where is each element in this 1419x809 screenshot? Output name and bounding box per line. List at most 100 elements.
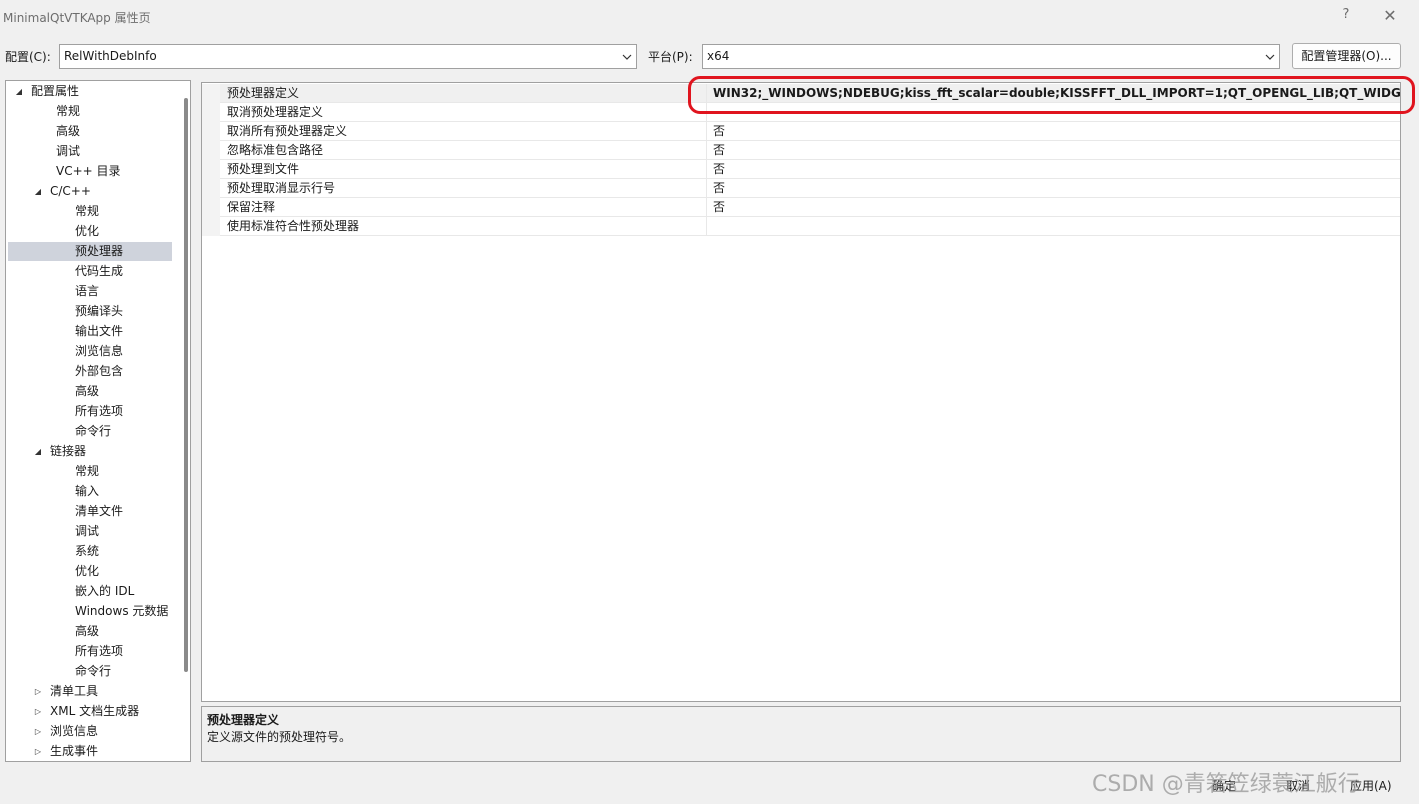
property-value[interactable]: WIN32;_WINDOWS;NDEBUG;kiss_fft_scalar=do… <box>713 84 1400 103</box>
tree-item-label: 调试 <box>56 144 81 158</box>
property-name: 取消所有预处理器定义 <box>227 122 707 141</box>
property-tree: ◢ 配置属性 常规 高级 调试 VC++ 目录 ◢ C/C++ 常规 优化 预处理器 代码生成 语言 预编… <box>5 80 191 762</box>
property-name: 保留注释 <box>227 198 707 217</box>
property-value[interactable] <box>713 103 1400 122</box>
tree-item-label: 调试 <box>75 524 100 538</box>
row-gutter <box>202 198 220 217</box>
tree-item[interactable]: 命令行 <box>6 422 176 441</box>
tree-item-label: 输入 <box>75 484 100 498</box>
tree-item[interactable]: 高级 <box>6 122 176 141</box>
tree-item-label: 命令行 <box>75 424 112 438</box>
description-panel: 预处理器定义 定义源文件的预处理符号。 <box>201 706 1401 762</box>
expand-icon[interactable]: ▷ <box>33 687 43 697</box>
property-value[interactable]: 否 <box>713 122 1400 141</box>
close-icon[interactable]: ✕ <box>1380 5 1400 27</box>
property-value[interactable]: 否 <box>713 141 1400 160</box>
chevron-down-icon <box>622 54 632 60</box>
row-gutter <box>202 217 220 236</box>
expand-icon[interactable]: ▷ <box>33 727 43 737</box>
description-text: 定义源文件的预处理符号。 <box>207 730 352 744</box>
tree-item[interactable]: 优化 <box>6 562 176 581</box>
tree-item[interactable]: 常规 <box>6 202 176 221</box>
property-row[interactable]: 预处理器定义 WIN32;_WINDOWS;NDEBUG;kiss_fft_sca… <box>202 84 1400 103</box>
tree-item-label: 代码生成 <box>75 264 124 278</box>
tree-item-label: 清单文件 <box>75 504 124 518</box>
tree-item[interactable]: ◢ C/C++ <box>6 182 176 201</box>
platform-combo-value: x64 <box>707 49 730 63</box>
tree-item[interactable]: ◢ 配置属性 <box>6 82 176 101</box>
tree-item[interactable]: 输出文件 <box>6 322 176 341</box>
tree-item[interactable]: 所有选项 <box>6 642 176 661</box>
property-value[interactable]: 否 <box>713 160 1400 179</box>
tree-item-label: 链接器 <box>50 444 87 458</box>
property-grid: 预处理器定义 WIN32;_WINDOWS;NDEBUG;kiss_fft_sca… <box>201 82 1401 702</box>
property-row[interactable]: 取消所有预处理器定义否 <box>202 122 1400 141</box>
row-gutter <box>202 179 220 198</box>
property-name: 预处理器定义 <box>227 84 707 103</box>
chevron-down-icon <box>1265 54 1275 60</box>
tree-item-label: 浏览信息 <box>75 344 124 358</box>
tree-item[interactable]: 高级 <box>6 622 176 641</box>
tree-item-label: 常规 <box>56 104 81 118</box>
description-title: 预处理器定义 <box>207 713 280 727</box>
property-row[interactable]: 取消预处理器定义 <box>202 103 1400 122</box>
property-value[interactable]: 否 <box>713 198 1400 217</box>
help-icon[interactable]: ? <box>1338 7 1354 25</box>
tree-item[interactable]: 系统 <box>6 542 176 561</box>
tree-item[interactable]: ◢ 链接器 <box>6 442 176 461</box>
collapse-icon[interactable]: ◢ <box>14 87 24 97</box>
tree-item[interactable]: 调试 <box>6 522 176 541</box>
row-gutter <box>202 160 220 179</box>
tree-item[interactable]: 所有选项 <box>6 402 176 421</box>
tree-item-label: 高级 <box>56 124 81 138</box>
tree-item[interactable]: ▷ 浏览信息 <box>6 722 176 741</box>
tree-item-label: 优化 <box>75 564 100 578</box>
property-row[interactable]: 忽略标准包含路径否 <box>202 141 1400 160</box>
tree-item-label: 清单工具 <box>50 684 99 698</box>
tree-item[interactable]: ▷ XML 文档生成器 <box>6 702 176 721</box>
tree-scrollbar[interactable] <box>184 98 188 672</box>
config-combo[interactable]: RelWithDebInfo <box>59 44 637 69</box>
tree-item[interactable]: 命令行 <box>6 662 176 681</box>
tree-item-label: VC++ 目录 <box>56 164 121 178</box>
tree-item-label: 所有选项 <box>75 404 124 418</box>
tree-item[interactable]: 预处理器 <box>8 242 172 261</box>
tree-item[interactable]: 嵌入的 IDL <box>6 582 176 601</box>
platform-combo[interactable]: x64 <box>702 44 1280 69</box>
property-pages-window: MinimalQtVTKApp 属性页 ? ✕ 配置(C): RelWithDe… <box>0 0 1419 809</box>
tree-item[interactable]: VC++ 目录 <box>6 162 176 181</box>
tree-item[interactable]: 输入 <box>6 482 176 501</box>
tree-item-label: 语言 <box>75 284 100 298</box>
tree-item[interactable]: 浏览信息 <box>6 342 176 361</box>
property-row[interactable]: 保留注释否 <box>202 198 1400 217</box>
tree-item[interactable]: 语言 <box>6 282 176 301</box>
config-manager-button[interactable]: 配置管理器(O)... <box>1292 43 1401 69</box>
collapse-icon[interactable]: ◢ <box>33 447 43 457</box>
collapse-icon[interactable]: ◢ <box>33 187 43 197</box>
property-name: 使用标准符合性预处理器 <box>227 217 707 236</box>
tree-item[interactable]: 常规 <box>6 462 176 481</box>
tree-item[interactable]: 代码生成 <box>6 262 176 281</box>
property-row[interactable]: 使用标准符合性预处理器 <box>202 217 1400 236</box>
tree-item[interactable]: 高级 <box>6 382 176 401</box>
tree-item[interactable]: 清单文件 <box>6 502 176 521</box>
tree-item[interactable]: Windows 元数据 <box>6 602 176 621</box>
tree-item-label: 嵌入的 IDL <box>75 584 135 598</box>
property-value[interactable] <box>713 217 1400 236</box>
tree-item[interactable]: 预编译头 <box>6 302 176 321</box>
tree-item[interactable]: 常规 <box>6 102 176 121</box>
config-label: 配置(C): <box>5 50 51 64</box>
tree-item[interactable]: 调试 <box>6 142 176 161</box>
property-value[interactable]: 否 <box>713 179 1400 198</box>
tree-item[interactable]: 优化 <box>6 222 176 241</box>
tree-item[interactable]: ▷ 清单工具 <box>6 682 176 701</box>
property-name: 预处理到文件 <box>227 160 707 179</box>
expand-icon[interactable]: ▷ <box>33 707 43 717</box>
tree-item[interactable]: ▷ 生成事件 <box>6 742 176 761</box>
property-row[interactable]: 预处理到文件否 <box>202 160 1400 179</box>
expand-icon[interactable]: ▷ <box>33 747 43 757</box>
row-gutter <box>202 103 220 122</box>
title-bar: MinimalQtVTKApp 属性页 ? ✕ <box>0 0 1419 34</box>
property-row[interactable]: 预处理取消显示行号否 <box>202 179 1400 198</box>
tree-item[interactable]: 外部包含 <box>6 362 176 381</box>
